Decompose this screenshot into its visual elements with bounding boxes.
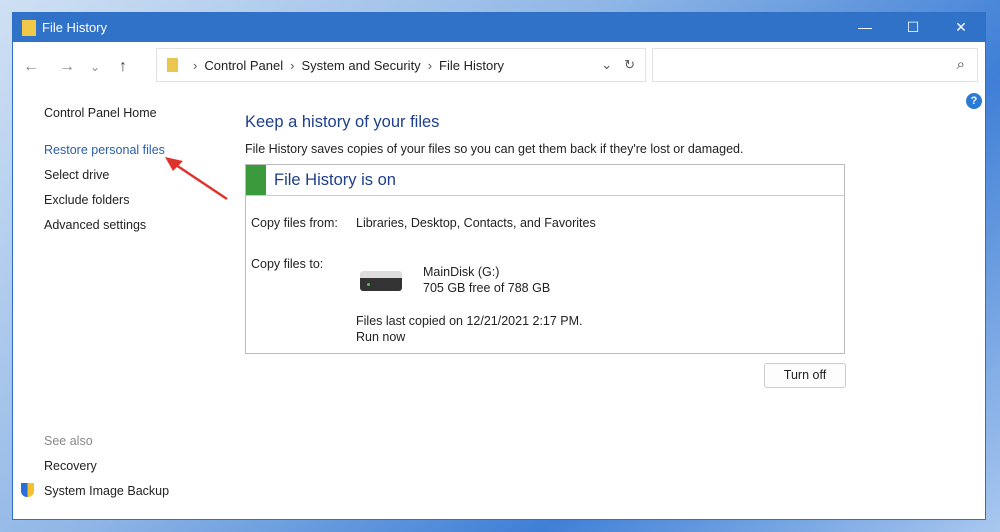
title-bar: File History — ☐ ✕ <box>13 13 985 42</box>
up-button[interactable]: ↑ <box>105 58 141 76</box>
folder-icon <box>167 58 178 72</box>
sidebar-restore-personal-files[interactable]: Restore personal files <box>44 143 165 157</box>
shield-icon <box>21 483 34 497</box>
drive-icon <box>360 271 402 291</box>
back-button[interactable]: ← <box>13 58 49 76</box>
refresh-icon[interactable]: ↻ <box>624 57 635 73</box>
file-history-window: File History — ☐ ✕ ← → ⌄ ↑ › Control Pane… <box>12 12 986 520</box>
last-copied: Files last copied on 12/21/2021 2:17 PM. <box>356 314 583 328</box>
sidebar-system-image-backup[interactable]: System Image Backup <box>44 484 169 498</box>
page-description: File History saves copies of your files … <box>245 142 744 156</box>
run-now-link[interactable]: Run now <box>356 330 405 344</box>
status-panel: File History is on Copy files from: Libr… <box>245 164 845 354</box>
copy-from-value: Libraries, Desktop, Contacts, and Favori… <box>356 216 596 230</box>
status-indicator <box>246 165 266 195</box>
search-icon: ⌕ <box>956 56 965 73</box>
page-title: Keep a history of your files <box>245 113 440 131</box>
drive-name: MainDisk (G:) <box>423 265 500 279</box>
sidebar-control-panel-home[interactable]: Control Panel Home <box>44 106 157 120</box>
sidebar-exclude-folders[interactable]: Exclude folders <box>44 193 129 207</box>
breadcrumb-control-panel[interactable]: Control Panel <box>204 58 283 73</box>
address-bar[interactable]: › Control Panel › System and Security › Fil… <box>156 48 646 82</box>
search-input[interactable]: ⌕ <box>652 48 978 82</box>
maximize-button[interactable]: ☐ <box>889 19 937 36</box>
copy-to-label: Copy files to: <box>251 257 324 271</box>
recent-locations-button[interactable]: ⌄ <box>85 60 105 74</box>
status-text: File History is on <box>274 170 396 189</box>
turn-off-button[interactable]: Turn off <box>764 363 846 388</box>
annotation-arrow-icon <box>165 157 228 201</box>
close-button[interactable]: ✕ <box>937 19 985 36</box>
address-dropdown-icon[interactable]: ⌄ <box>601 57 612 73</box>
sidebar-select-drive[interactable]: Select drive <box>44 168 109 182</box>
minimize-button[interactable]: — <box>841 19 889 36</box>
help-button[interactable]: ? <box>966 93 982 109</box>
copy-from-label: Copy files from: <box>251 216 338 230</box>
see-also-heading: See also <box>44 434 93 448</box>
sidebar-advanced-settings[interactable]: Advanced settings <box>44 218 146 232</box>
file-history-icon <box>22 19 36 36</box>
sidebar-recovery[interactable]: Recovery <box>44 459 97 473</box>
window-title: File History <box>42 20 108 35</box>
drive-space: 705 GB free of 788 GB <box>423 281 551 295</box>
forward-button[interactable]: → <box>49 58 85 76</box>
breadcrumb-file-history[interactable]: File History <box>439 58 504 73</box>
breadcrumb-system-security[interactable]: System and Security <box>301 58 420 73</box>
